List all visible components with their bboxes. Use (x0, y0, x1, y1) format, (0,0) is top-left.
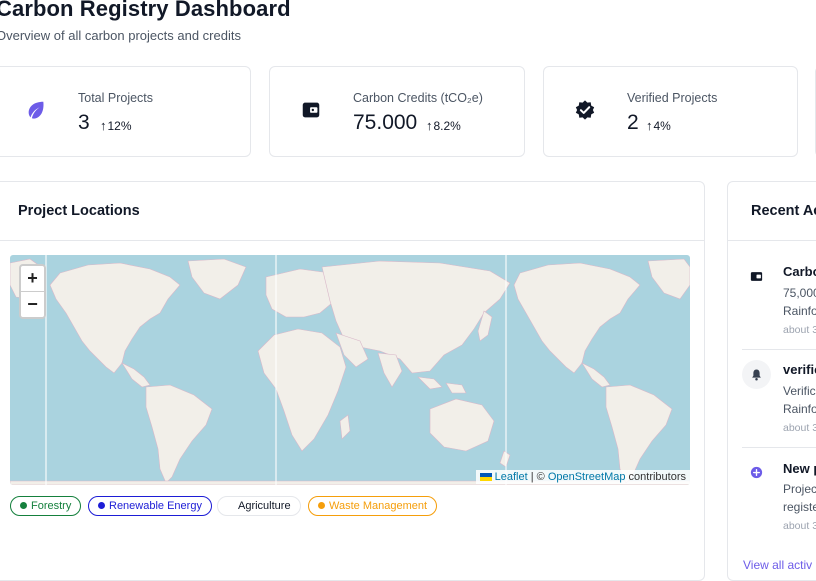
activity-line: Rainfo (783, 304, 816, 318)
stat-card-verified-projects: Verified Projects 2 ↑4% (543, 66, 798, 157)
legend-dot (318, 502, 325, 509)
activity-time: about 3 (783, 520, 816, 532)
divider (0, 240, 704, 241)
legend-label: Agriculture (238, 500, 291, 512)
stat-label: Carbon Credits (tCO₂e) (353, 91, 483, 105)
stat-value: 3 (78, 111, 90, 134)
map-attribution: Leaflet | © OpenStreetMap contributors (475, 470, 690, 484)
activity-title: Carbo (783, 264, 816, 279)
view-all-activity-link[interactable]: View all activ (743, 558, 812, 572)
activity-line: Rainfo (783, 402, 816, 416)
legend-label: Renewable Energy (109, 500, 202, 512)
legend-chip-forestry[interactable]: Forestry (10, 496, 82, 516)
verified-badge-icon (575, 100, 595, 120)
legend-label: Forestry (31, 500, 72, 512)
attribution-suffix: contributors (625, 471, 686, 483)
zoom-control: + − (19, 264, 46, 319)
stat-card-carbon-credits: Carbon Credits (tCO₂e) 75.000 ↑8.2% (269, 66, 525, 157)
legend-chip-renewable-energy[interactable]: Renewable Energy (88, 496, 212, 516)
legend-label: Waste Management (329, 500, 428, 512)
leaf-icon (28, 101, 44, 119)
legend-dot (20, 502, 27, 509)
card-title: Recent Ac (751, 203, 816, 219)
stat-label: Verified Projects (627, 91, 718, 105)
plus-circle-icon (750, 466, 763, 479)
stat-value: 2 (627, 111, 639, 134)
activity-title: verific (783, 362, 816, 377)
wallet-icon (750, 272, 763, 281)
zoom-in-button[interactable]: + (21, 266, 44, 292)
legend-chip-agriculture[interactable]: Agriculture (217, 496, 301, 516)
activity-icon-wrap (742, 262, 771, 291)
activity-title: New p (783, 461, 816, 476)
divider (742, 447, 816, 448)
activity-line: Verific (783, 384, 816, 398)
stat-card-total-projects: Total Projects 3 ↑12% (0, 66, 251, 157)
legend-dot (98, 502, 105, 509)
stat-change-value: 8.2% (433, 119, 461, 133)
card-title: Project Locations (18, 203, 140, 219)
zoom-out-button[interactable]: − (21, 292, 44, 317)
stat-change-value: 12% (107, 119, 132, 133)
arrow-up-icon: ↑ (646, 118, 653, 133)
divider (728, 240, 816, 241)
activity-icon-wrap (742, 360, 771, 389)
arrow-up-icon: ↑ (100, 118, 107, 133)
activity-line: 75,000 (783, 286, 816, 300)
page-title: Carbon Registry Dashboard (0, 0, 291, 21)
stat-label: Total Projects (78, 91, 154, 105)
wallet-icon (302, 102, 320, 118)
ukraine-flag-icon (479, 473, 492, 481)
arrow-up-icon: ↑ (426, 118, 433, 133)
stat-change-value: 4% (653, 119, 671, 133)
activity-line: registe (783, 500, 816, 514)
activity-icon-wrap (742, 458, 771, 487)
legend-dot (227, 502, 234, 509)
attribution-separator: | © (527, 471, 548, 483)
activity-line: Projec (783, 482, 816, 496)
world-map-tiles (10, 255, 690, 485)
divider (742, 349, 816, 350)
stat-change: ↑4% (646, 118, 671, 133)
page-subtitle: Overview of all carbon projects and cred… (0, 28, 241, 43)
world-map[interactable] (10, 255, 690, 485)
activity-time: about 3 (783, 324, 816, 336)
stat-value: 75.000 (353, 111, 418, 134)
bell-icon (752, 369, 761, 381)
legend-chip-waste-management[interactable]: Waste Management (308, 496, 438, 516)
stat-change: ↑12% (100, 118, 132, 133)
osm-link[interactable]: OpenStreetMap (548, 471, 626, 483)
leaflet-link[interactable]: Leaflet (495, 471, 528, 483)
stat-change: ↑8.2% (426, 118, 461, 133)
activity-time: about 3 (783, 422, 816, 434)
